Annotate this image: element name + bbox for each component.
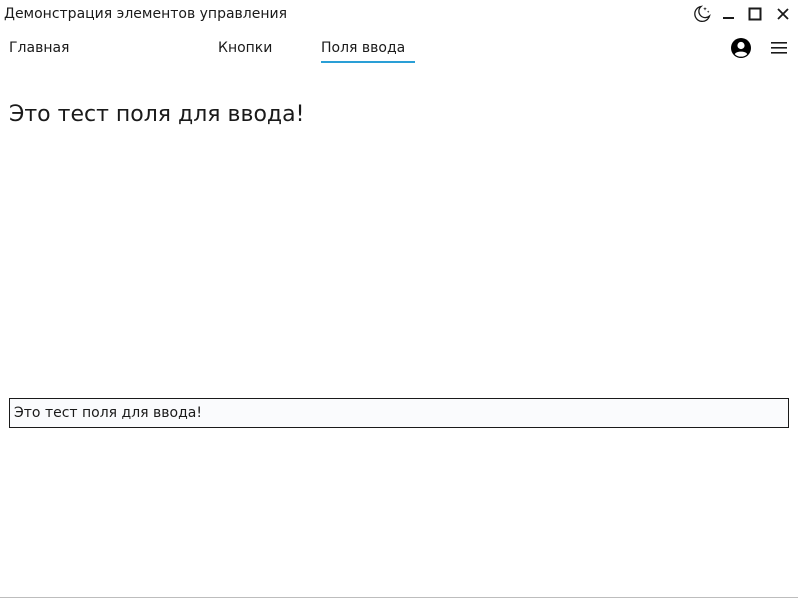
account-button[interactable] — [729, 36, 753, 60]
moon-icon — [694, 5, 711, 23]
page-heading: Это тест поля для ввода! — [9, 102, 305, 127]
maximize-icon — [748, 7, 762, 21]
theme-toggle-button[interactable] — [691, 4, 713, 24]
tab-home[interactable]: Главная — [9, 40, 69, 56]
tab-input-fields[interactable]: Поля ввода — [321, 40, 405, 56]
maximize-button[interactable] — [744, 4, 766, 24]
title-bar: Демонстрация элементов управления — [0, 0, 798, 30]
nav-bar: Главная Кнопки Поля ввода — [0, 34, 798, 66]
close-icon — [777, 8, 789, 20]
minimize-icon — [723, 17, 734, 19]
window-title: Демонстрация элементов управления — [4, 6, 288, 22]
tab-buttons[interactable]: Кнопки — [218, 40, 272, 56]
text-input-field[interactable] — [9, 398, 789, 428]
close-button[interactable] — [772, 4, 794, 24]
app-window: Демонстрация элементов управления Главна… — [0, 0, 798, 598]
hamburger-menu-icon — [771, 42, 787, 54]
active-tab-indicator — [321, 61, 415, 63]
account-icon — [731, 38, 751, 58]
hamburger-menu-button[interactable] — [767, 36, 791, 60]
minimize-button[interactable] — [718, 4, 740, 24]
